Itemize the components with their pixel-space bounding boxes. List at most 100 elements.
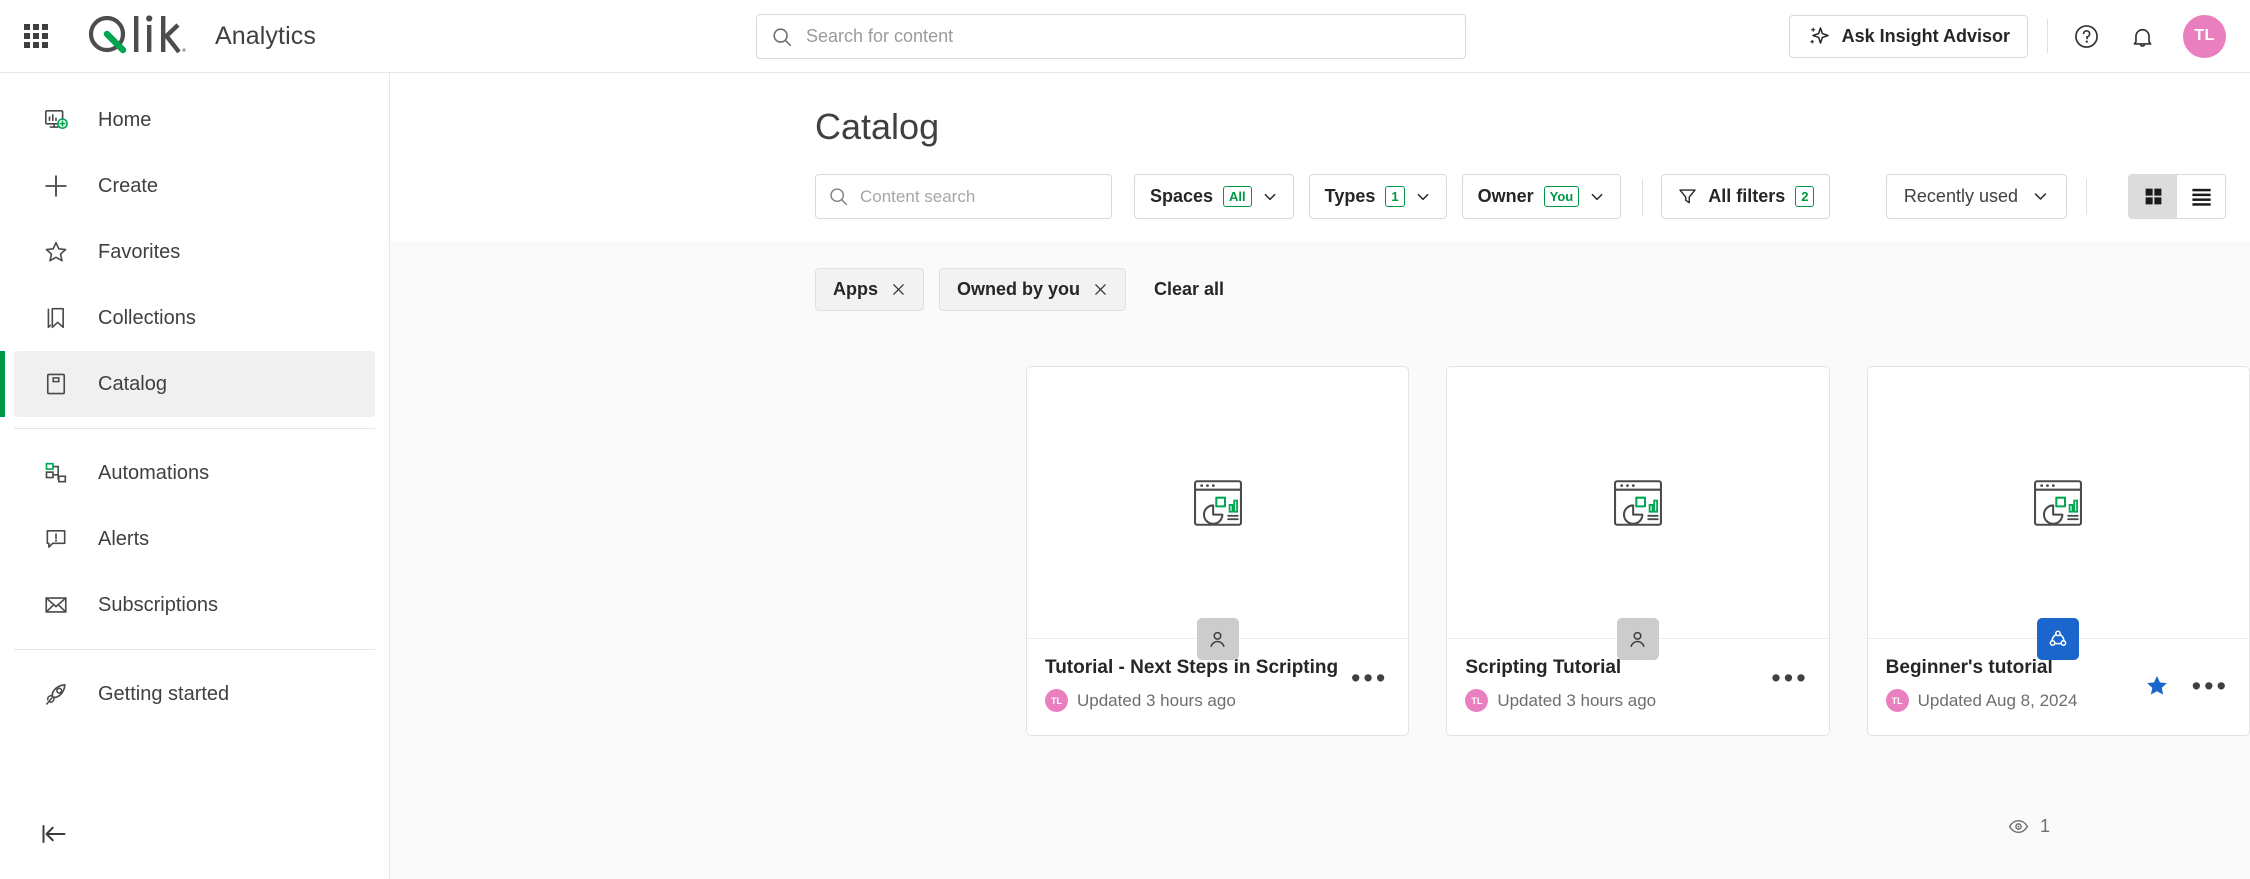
view-count-value: 1 [2039, 816, 2050, 836]
filter-chip-apps[interactable]: Apps [815, 268, 924, 311]
app-card-footer: Tutorial - Next Steps in Scripting TL Up… [1027, 618, 1409, 735]
top-bar-actions: Ask Insight Advisor TL [1788, 14, 2226, 58]
app-card-actions: ••• [1351, 665, 1388, 692]
favorite-star-icon[interactable] [2144, 673, 2170, 699]
main-content: Catalog Spaces All T [390, 73, 2250, 879]
user-avatar[interactable]: TL [2183, 14, 2226, 58]
more-options-icon[interactable]: ••• [1771, 665, 1808, 692]
sidebar-item-label: Collections [98, 306, 196, 329]
filter-chip-label: Owned by you [957, 279, 1081, 299]
all-filters-badge: 2 [1795, 185, 1815, 208]
owner-avatar: TL [1465, 689, 1489, 712]
funnel-icon [1679, 189, 1696, 204]
sidebar-item-subscriptions[interactable]: Subscriptions [14, 572, 375, 638]
app-thumbnail [1027, 367, 1408, 638]
sidebar-item-home[interactable]: Home [14, 87, 375, 153]
all-filters-button[interactable]: All filters 2 [1661, 174, 1831, 219]
toolbar-divider [1642, 178, 1644, 215]
app-card-meta: Scripting Tutorial TL Updated 3 hours ag… [1465, 657, 1771, 712]
sort-dropdown-button[interactable]: Recently used [1885, 174, 2067, 219]
sparkle-icon [1810, 27, 1829, 44]
list-view-icon [2191, 188, 2211, 206]
close-icon[interactable] [1093, 282, 1108, 297]
bookmark-icon [39, 301, 73, 335]
sidebar-navigation: Home Create Favorites Collections Catalo… [0, 73, 390, 879]
sidebar-item-getting-started[interactable]: Getting started [14, 661, 375, 727]
collapse-left-icon[interactable] [0, 819, 389, 849]
qlik-logo-icon [88, 15, 186, 54]
global-search[interactable] [756, 14, 1466, 59]
app-subtitle: TL Updated 3 hours ago [1045, 689, 1351, 712]
sidebar-item-label: Create [98, 174, 159, 197]
search-icon [773, 27, 792, 46]
app-card-meta: Beginner's tutorial TL Updated Aug 8, 20… [1885, 657, 2144, 712]
sidebar-item-label: Catalog [98, 372, 167, 395]
filter-chip-owned-by-you[interactable]: Owned by you [939, 268, 1127, 311]
app-title: Tutorial - Next Steps in Scripting [1045, 657, 1339, 678]
more-options-icon[interactable]: ••• [2192, 672, 2229, 699]
sidebar-item-favorites[interactable]: Favorites [14, 219, 375, 285]
app-chart-window-icon [1613, 479, 1662, 526]
app-title: Scripting Tutorial [1465, 657, 1622, 678]
app-updated-time: Updated Aug 8, 2024 [1917, 690, 2078, 710]
app-thumbnail [1868, 367, 2249, 638]
types-filter-label: Types [1324, 186, 1376, 206]
app-card-grid: Tutorial - Next Steps in Scripting TL Up… [390, 311, 2250, 736]
page-title: Catalog [815, 106, 940, 147]
global-search-input[interactable] [806, 26, 1451, 47]
personal-space-icon [1196, 618, 1239, 660]
eye-icon [2008, 819, 2029, 834]
sidebar-item-label: Getting started [98, 682, 230, 705]
help-circle-icon[interactable] [2067, 17, 2105, 55]
brand-logo[interactable]: Analytics [83, 15, 316, 57]
app-thumbnail [1447, 367, 1828, 638]
app-card-meta: Tutorial - Next Steps in Scripting TL Up… [1045, 657, 1351, 712]
list-view-button[interactable] [2177, 175, 2225, 218]
view-count: 1 [2008, 816, 2050, 837]
chevron-down-icon [1591, 193, 1603, 200]
sidebar-item-alerts[interactable]: Alerts [14, 506, 375, 572]
home-dashboard-icon [39, 103, 73, 137]
app-card[interactable]: Scripting Tutorial TL Updated 3 hours ag… [1446, 366, 1830, 736]
toolbar-divider [2047, 19, 2048, 53]
more-options-icon[interactable]: ••• [1351, 665, 1388, 692]
top-navigation-bar: Analytics Ask Insight Advisor [0, 0, 2250, 73]
sidebar-item-label: Alerts [98, 527, 150, 550]
brand-subtitle: Analytics [215, 21, 316, 50]
sidebar-item-collections[interactable]: Collections [14, 285, 375, 351]
sidebar-item-label: Favorites [98, 240, 181, 263]
app-chart-window-icon [2034, 479, 2083, 526]
all-filters-label: All filters [1708, 186, 1786, 206]
app-subtitle: TL Updated 3 hours ago [1465, 689, 1771, 712]
types-filter-button[interactable]: Types 1 [1308, 174, 1447, 219]
owner-filter-button[interactable]: Owner You [1461, 174, 1622, 219]
clear-all-filters-button[interactable]: Clear all [1154, 279, 1224, 300]
sidebar-item-catalog[interactable]: Catalog [0, 351, 375, 417]
ask-insight-advisor-button[interactable]: Ask Insight Advisor [1788, 14, 2028, 58]
owner-filter-badge: You [1543, 185, 1580, 208]
catalog-book-icon [39, 367, 73, 401]
app-card[interactable]: Tutorial - Next Steps in Scripting TL Up… [1026, 366, 1410, 736]
sidebar-item-label: Subscriptions [98, 593, 219, 616]
chevron-down-icon [1417, 193, 1428, 200]
sidebar-divider [14, 649, 375, 650]
app-title: Beginner's tutorial [1885, 657, 2053, 678]
content-search-input[interactable] [860, 186, 1099, 207]
sort-label: Recently used [1903, 186, 2018, 206]
catalog-toolbar: Spaces All Types 1 Owner You [390, 148, 2250, 241]
shared-space-icon [2037, 618, 2080, 660]
grid-view-icon [2145, 188, 2161, 205]
app-updated-time: Updated 3 hours ago [1077, 690, 1236, 710]
bell-icon[interactable] [2123, 17, 2161, 55]
sidebar-item-create[interactable]: Create [14, 153, 375, 219]
toolbar-right-group: Recently used [1885, 174, 2226, 219]
app-chart-window-icon [1193, 479, 1242, 526]
spaces-filter-button[interactable]: Spaces All [1134, 174, 1294, 219]
sidebar-item-automations[interactable]: Automations [14, 440, 375, 506]
types-filter-badge: 1 [1385, 185, 1405, 208]
content-search[interactable] [815, 174, 1112, 219]
app-grid-icon[interactable] [21, 21, 51, 51]
close-icon[interactable] [891, 282, 906, 297]
grid-view-button[interactable] [2129, 175, 2177, 218]
app-card[interactable]: Beginner's tutorial TL Updated Aug 8, 20… [1866, 366, 2250, 736]
